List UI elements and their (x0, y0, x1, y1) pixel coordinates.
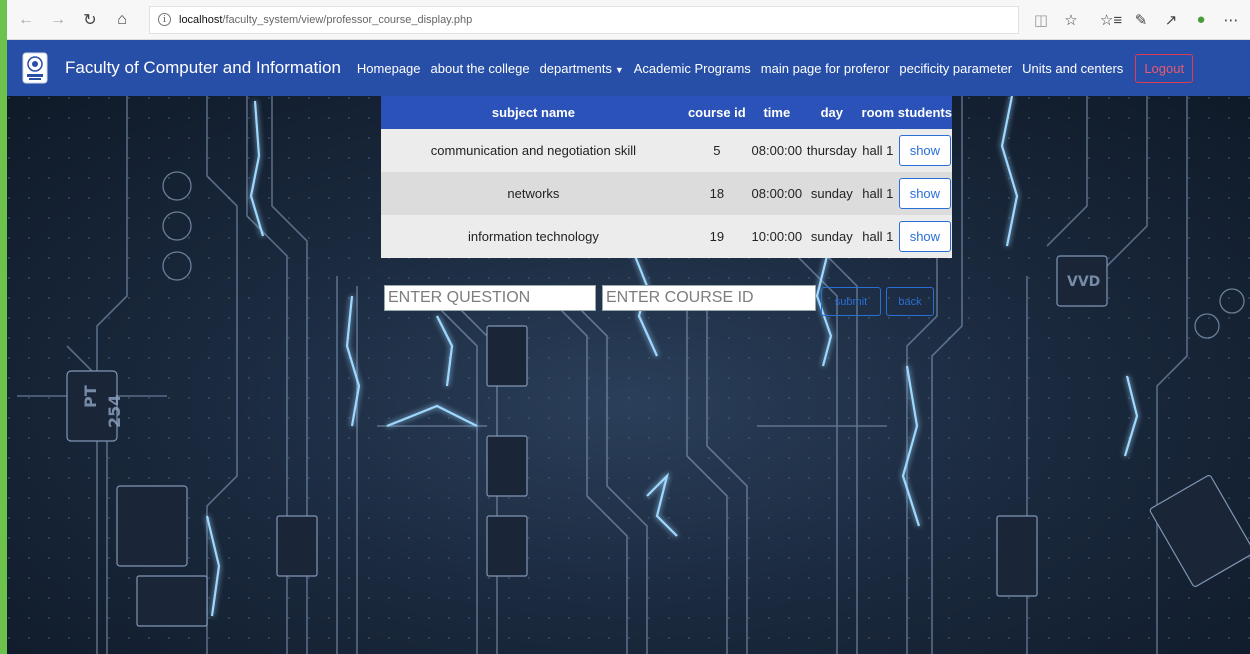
more-icon[interactable]: ⋯ (1218, 7, 1244, 33)
show-students-button[interactable]: show (898, 135, 951, 166)
forward-arrow-icon[interactable]: → (45, 7, 71, 33)
cell-time: 08:00:00 (751, 143, 803, 158)
course-id-input[interactable] (602, 285, 816, 311)
caret-down-icon: ▼ (614, 64, 624, 75)
nav-links: Homepage about the college departments ▼ … (357, 53, 1194, 83)
table-header-row: subject name course id time day room stu… (381, 96, 952, 129)
show-students-button[interactable]: show (898, 178, 951, 209)
table-row: networks 18 08:00:00 sunday hall 1 show (381, 172, 952, 215)
faculty-logo[interactable] (21, 51, 49, 85)
column-room: room (861, 105, 895, 120)
refresh-icon[interactable]: ↻ (77, 7, 103, 33)
cell-day: thursday (806, 143, 857, 158)
table-row: information technology 19 10:00:00 sunda… (381, 215, 952, 258)
submit-button[interactable]: submit (821, 287, 881, 316)
browser-toolbar: ← → ↻ ⌂ i localhost/faculty_system/view/… (7, 0, 1250, 40)
pen-icon[interactable]: ✎ (1128, 7, 1154, 33)
cell-room: hall 1 (862, 143, 894, 158)
cell-room: hall 1 (862, 186, 894, 201)
nav-link-academic-programs[interactable]: Academic Programs (634, 61, 751, 76)
nav-link-about[interactable]: about the college (431, 61, 530, 76)
star-icon[interactable]: ☆ (1058, 7, 1084, 33)
url-path: /faculty_system/view/professor_course_di… (222, 13, 473, 26)
cell-action: show (898, 172, 952, 215)
question-input[interactable] (384, 285, 596, 311)
reading-view-icon[interactable]: ◫ (1028, 7, 1054, 33)
site-navbar: Faculty of Computer and Information Home… (7, 40, 1250, 96)
cell-time: 08:00:00 (751, 186, 803, 201)
brand-title[interactable]: Faculty of Computer and Information (65, 58, 341, 78)
column-time: time (763, 105, 791, 120)
svg-text:VVD: VVD (1067, 274, 1100, 290)
cell-course-id: 19 (709, 229, 725, 244)
column-students: students (897, 105, 952, 120)
cell-time: 10:00:00 (751, 229, 803, 244)
cell-action: show (898, 129, 952, 172)
extension-icon[interactable]: ● (1188, 7, 1214, 33)
table-row: communication and negotiation skill 5 08… (381, 129, 952, 172)
home-icon[interactable]: ⌂ (109, 7, 135, 33)
svg-text:254: 254 (105, 395, 124, 428)
cell-room: hall 1 (862, 229, 894, 244)
left-accent-bar (0, 0, 7, 654)
cell-day: sunday (810, 186, 853, 201)
nav-link-homepage[interactable]: Homepage (357, 61, 421, 76)
cell-day: sunday (810, 229, 853, 244)
info-icon: i (158, 13, 171, 26)
departments-label: departments (539, 60, 612, 76)
cell-course-id: 18 (709, 186, 725, 201)
cell-subject: networks (507, 186, 560, 201)
nav-link-departments[interactable]: departments ▼ (540, 61, 624, 76)
svg-text:PT: PT (81, 385, 100, 408)
column-course-id: course id (687, 105, 746, 120)
show-students-button[interactable]: show (898, 221, 951, 252)
cell-subject: communication and negotiation skill (430, 143, 637, 158)
cell-subject: information technology (468, 229, 599, 244)
cell-action: show (898, 215, 952, 258)
nav-link-specificity[interactable]: pecificity parameter (899, 61, 1012, 76)
column-subject-name: subject name (491, 105, 575, 120)
course-table: subject name course id time day room stu… (381, 96, 952, 258)
back-button[interactable]: back (886, 287, 934, 316)
address-bar[interactable]: i localhost/faculty_system/view/professo… (149, 5, 1019, 34)
nav-link-units-centers[interactable]: Units and centers (1022, 61, 1123, 76)
nav-link-professor-main[interactable]: main page for proferor (761, 61, 890, 76)
share-icon[interactable]: ↗ (1158, 7, 1184, 33)
url-host: localhost (179, 13, 223, 26)
cell-course-id: 5 (713, 143, 721, 158)
back-arrow-icon[interactable]: ← (13, 7, 39, 33)
column-day: day (820, 105, 843, 120)
favorites-list-icon[interactable]: ☆≡ (1098, 7, 1124, 33)
logout-button[interactable]: Logout (1135, 53, 1194, 83)
browser-tools: ◫ ☆ ☆≡ ✎ ↗ ● ⋯ (1024, 7, 1250, 33)
